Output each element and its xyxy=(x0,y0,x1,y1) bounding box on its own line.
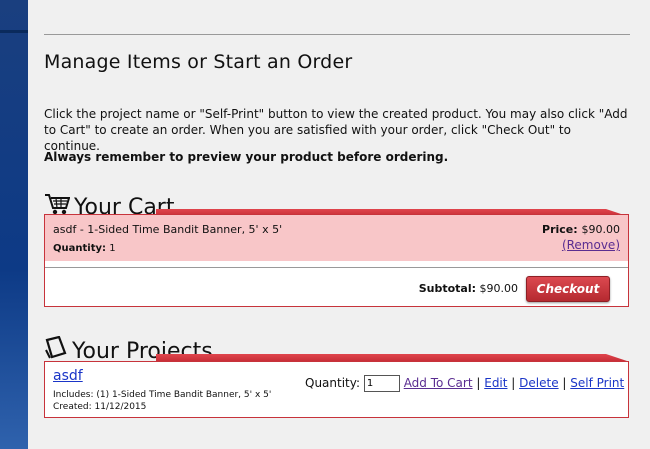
cart-item-row: asdf - 1-Sided Time Bandit Banner, 5' x … xyxy=(45,215,628,261)
remove-link[interactable]: (Remove) xyxy=(562,238,620,252)
left-sidebar xyxy=(0,0,28,449)
edit-link[interactable]: Edit xyxy=(484,376,507,390)
separator: | xyxy=(507,376,520,390)
subtotal-value: $90.00 xyxy=(479,282,519,295)
cart-item-name: asdf - 1-Sided Time Bandit Banner, 5' x … xyxy=(53,223,283,236)
subtotal: Subtotal: $90.00 xyxy=(419,282,518,295)
add-to-cart-link[interactable]: Add To Cart xyxy=(404,376,473,390)
self-print-link[interactable]: Self Print xyxy=(570,376,624,390)
page-title: Manage Items or Start an Order xyxy=(44,51,353,73)
preview-reminder: Always remember to preview your product … xyxy=(44,150,449,164)
project-quantity-label: Quantity: xyxy=(305,376,361,390)
checkout-button[interactable]: Checkout xyxy=(526,276,610,302)
cart-box: asdf - 1-Sided Time Bandit Banner, 5' x … xyxy=(44,214,629,307)
price-label: Price: xyxy=(542,223,578,236)
project-created-date: Created: 11/12/2015 xyxy=(53,402,147,412)
sidebar-edge xyxy=(0,30,28,33)
separator: | xyxy=(558,376,571,390)
project-name-link[interactable]: asdf xyxy=(53,368,83,384)
top-divider xyxy=(44,34,630,35)
cart-quantity-value: 1 xyxy=(109,243,116,254)
project-quantity-input[interactable] xyxy=(363,375,400,392)
intro-text: Click the project name or "Self-Print" b… xyxy=(44,107,628,153)
cart-item-price: Price: $90.00 xyxy=(542,223,620,236)
price-value: $90.00 xyxy=(581,223,621,236)
separator: | xyxy=(472,376,485,390)
project-actions: Quantity: Add To Cart | Edit | Delete | … xyxy=(305,375,624,392)
cart-item-quantity: Quantity: 1 xyxy=(53,243,116,254)
cart-footer: Subtotal: $90.00 Checkout xyxy=(45,267,628,306)
subtotal-label: Subtotal: xyxy=(418,282,476,295)
project-row: asdf Includes: (1) 1-Sided Time Bandit B… xyxy=(44,361,629,418)
cart-quantity-label: Quantity: xyxy=(53,243,106,254)
project-includes: Includes: (1) 1-Sided Time Bandit Banner… xyxy=(53,390,272,400)
delete-link[interactable]: Delete xyxy=(519,376,558,390)
